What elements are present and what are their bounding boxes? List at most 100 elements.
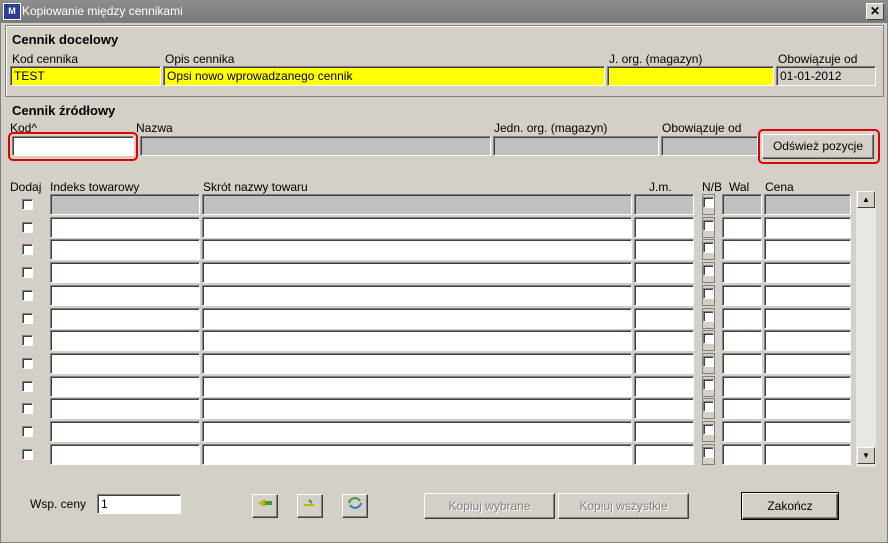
jm-cell[interactable]: [634, 330, 694, 351]
skrot-cell[interactable]: [202, 421, 632, 442]
refresh-positions-button[interactable]: Odśwież pozycje: [762, 134, 874, 159]
scroll-down-icon[interactable]: ▼: [857, 447, 875, 464]
nb-toggle[interactable]: [702, 444, 715, 465]
skrot-cell[interactable]: [202, 194, 632, 215]
jm-cell[interactable]: [634, 353, 694, 374]
add-checkbox[interactable]: [22, 222, 33, 233]
nb-checkbox[interactable]: [703, 288, 714, 299]
wal-cell[interactable]: [722, 444, 762, 465]
nb-checkbox[interactable]: [703, 265, 714, 276]
jm-cell[interactable]: [634, 194, 694, 215]
skrot-cell[interactable]: [202, 308, 632, 329]
source-jorg-field[interactable]: [493, 136, 659, 156]
cena-cell[interactable]: [764, 239, 851, 260]
nb-toggle[interactable]: [702, 421, 715, 442]
indeks-cell[interactable]: [50, 398, 200, 419]
copy-selected-button[interactable]: Kopiuj wybrane: [424, 493, 555, 519]
wal-cell[interactable]: [722, 239, 762, 260]
invert-selection-icon[interactable]: [342, 494, 368, 518]
add-checkbox[interactable]: [22, 290, 33, 301]
add-checkbox[interactable]: [22, 267, 33, 278]
skrot-cell[interactable]: [202, 444, 632, 465]
add-checkbox[interactable]: [22, 199, 33, 210]
wal-cell[interactable]: [722, 194, 762, 215]
nb-toggle[interactable]: [702, 353, 715, 374]
indeks-cell[interactable]: [50, 444, 200, 465]
target-od-field[interactable]: 01-01-2012: [776, 66, 876, 86]
wal-cell[interactable]: [722, 308, 762, 329]
cena-cell[interactable]: [764, 421, 851, 442]
jm-cell[interactable]: [634, 285, 694, 306]
select-all-icon[interactable]: [252, 494, 278, 518]
wal-cell[interactable]: [722, 421, 762, 442]
nb-checkbox[interactable]: [703, 424, 714, 435]
indeks-cell[interactable]: [50, 239, 200, 260]
add-checkbox[interactable]: [22, 381, 33, 392]
cena-cell[interactable]: [764, 285, 851, 306]
nb-toggle[interactable]: [702, 262, 715, 283]
nb-checkbox[interactable]: [703, 311, 714, 322]
close-icon[interactable]: ✕: [866, 3, 884, 20]
cena-cell[interactable]: [764, 353, 851, 374]
add-checkbox[interactable]: [22, 358, 33, 369]
jm-cell[interactable]: [634, 239, 694, 260]
add-checkbox[interactable]: [22, 313, 33, 324]
skrot-cell[interactable]: [202, 285, 632, 306]
add-checkbox[interactable]: [22, 449, 33, 460]
finish-button[interactable]: Zakończ: [741, 492, 839, 520]
indeks-cell[interactable]: [50, 330, 200, 351]
grid-scrollbar[interactable]: [855, 190, 877, 468]
skrot-cell[interactable]: [202, 398, 632, 419]
indeks-cell[interactable]: [50, 285, 200, 306]
jm-cell[interactable]: [634, 308, 694, 329]
jm-cell[interactable]: [634, 398, 694, 419]
nb-toggle[interactable]: [702, 285, 715, 306]
cena-cell[interactable]: [764, 194, 851, 215]
cena-cell[interactable]: [764, 217, 851, 238]
add-checkbox[interactable]: [22, 244, 33, 255]
add-checkbox[interactable]: [22, 335, 33, 346]
wal-cell[interactable]: [722, 285, 762, 306]
skrot-cell[interactable]: [202, 262, 632, 283]
nb-toggle[interactable]: [702, 330, 715, 351]
wal-cell[interactable]: [722, 353, 762, 374]
cena-cell[interactable]: [764, 308, 851, 329]
nb-checkbox[interactable]: [703, 242, 714, 253]
wal-cell[interactable]: [722, 217, 762, 238]
source-nazwa-field[interactable]: [140, 136, 491, 156]
skrot-cell[interactable]: [202, 217, 632, 238]
target-opis-field[interactable]: Opsi nowo wprowadzanego cennik: [163, 66, 605, 86]
cena-cell[interactable]: [764, 376, 851, 397]
wal-cell[interactable]: [722, 262, 762, 283]
cena-cell[interactable]: [764, 444, 851, 465]
nb-checkbox[interactable]: [703, 220, 714, 231]
nb-checkbox[interactable]: [703, 447, 714, 458]
jm-cell[interactable]: [634, 217, 694, 238]
nb-checkbox[interactable]: [703, 333, 714, 344]
indeks-cell[interactable]: [50, 376, 200, 397]
indeks-cell[interactable]: [50, 308, 200, 329]
indeks-cell[interactable]: [50, 421, 200, 442]
skrot-cell[interactable]: [202, 353, 632, 374]
nb-toggle[interactable]: [702, 239, 715, 260]
wal-cell[interactable]: [722, 398, 762, 419]
nb-checkbox[interactable]: [703, 197, 714, 208]
jm-cell[interactable]: [634, 421, 694, 442]
indeks-cell[interactable]: [50, 262, 200, 283]
nb-checkbox[interactable]: [703, 356, 714, 367]
target-jorg-field[interactable]: [607, 66, 774, 86]
nb-checkbox[interactable]: [703, 401, 714, 412]
indeks-cell[interactable]: [50, 194, 200, 215]
target-kod-field[interactable]: TEST: [10, 66, 161, 86]
skrot-cell[interactable]: [202, 239, 632, 260]
wal-cell[interactable]: [722, 376, 762, 397]
jm-cell[interactable]: [634, 262, 694, 283]
copy-all-button[interactable]: Kopiuj wszystkie: [558, 493, 689, 519]
add-checkbox[interactable]: [22, 403, 33, 414]
jm-cell[interactable]: [634, 376, 694, 397]
nb-toggle[interactable]: [702, 398, 715, 419]
nb-toggle[interactable]: [702, 217, 715, 238]
nb-checkbox[interactable]: [703, 379, 714, 390]
jm-cell[interactable]: [634, 444, 694, 465]
cena-cell[interactable]: [764, 262, 851, 283]
